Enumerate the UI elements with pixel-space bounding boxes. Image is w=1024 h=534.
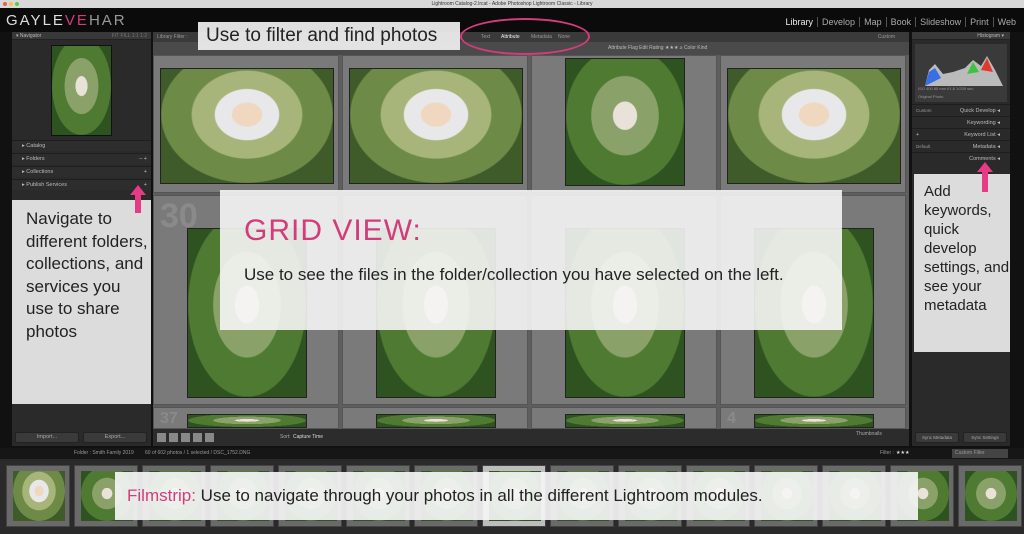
annotation-grid-body: Use to see the files in the folder/colle… [244,265,784,284]
logo: GAYLEVEHAR [6,12,127,29]
histogram-header[interactable]: Histogram ▾ [912,32,1010,40]
filmstrip-thumbnail[interactable] [958,465,1022,527]
annotation-grid-view: GRID VIEW: Use to see the files in the f… [220,190,842,330]
module-map[interactable]: Map [859,17,886,27]
original-photo-checkbox[interactable]: Original Photo [918,94,943,99]
filter-preset-select[interactable]: Custom [878,32,895,42]
minimize-window-button[interactable] [9,2,13,6]
filmstrip-thumbnail[interactable] [6,465,70,527]
grid-cell[interactable] [531,407,717,429]
grid-cell[interactable] [720,55,906,193]
grid-toolbar: Sort: Capture Time Thumbnails [153,429,909,446]
module-picker: Library Develop Map Book Slideshow Print… [782,17,1020,27]
photo-thumbnail[interactable] [160,68,334,184]
photo-thumbnail[interactable] [565,414,685,428]
view-mode-buttons[interactable] [157,433,215,442]
import-button[interactable]: Import... [15,432,79,443]
thumbnail-image [965,471,1017,521]
photo-thumbnail[interactable] [565,58,685,186]
filmstrip-bar: Folder : Smith Family 2019 60 of 602 pho… [0,448,1024,459]
module-print[interactable]: Print [965,17,993,27]
panel-folders[interactable]: ▸ Folders – + [12,153,151,164]
annotation-left-panel: Navigate to different folders, collectio… [12,200,151,404]
export-button[interactable]: Export... [83,432,147,443]
annotation-right-panel: Add keywords, quick develop settings, an… [914,174,1010,352]
window-title: Lightroom Catalog-2.lrcat - Adobe Photos… [431,1,593,7]
module-develop[interactable]: Develop [817,17,859,27]
annotation-filmstrip: Filmstrip: Use to navigate through your … [115,472,918,520]
navigator-header[interactable]: ▾ Navigator FIT FILL 1:1 1:2 [12,32,151,40]
grid-cell[interactable] [153,55,339,193]
sync-settings-button[interactable]: Sync Settings [963,432,1007,443]
photo-thumbnail[interactable] [754,414,874,428]
grid-cell[interactable]: 37 [153,407,339,429]
histogram-graph [925,56,1003,86]
close-window-button[interactable] [3,2,7,6]
zoom-window-button[interactable] [15,2,19,6]
highlight-ellipse [460,18,590,55]
cell-index: 4 [727,410,736,427]
photo-thumbnail[interactable] [727,68,901,184]
module-slideshow[interactable]: Slideshow [915,17,965,27]
panel-metadata[interactable]: Default Metadata ◂ [912,140,1010,152]
photo-thumbnail[interactable] [187,414,307,428]
annotation-filter: Use to filter and find photos [198,22,460,50]
panel-quick-develop[interactable]: Custom Quick Develop ◂ [912,104,1010,116]
cell-index: 37 [160,410,178,427]
arrow-up-icon [130,185,146,195]
filmstrip-filter-select[interactable]: Custom Filter [952,449,1008,458]
module-library[interactable]: Library [782,17,818,27]
rating-filter-stars[interactable]: ★★★ [896,448,909,459]
panel-comments[interactable]: Comments ◂ [912,152,1010,164]
thumbnail-size-slider[interactable]: Thumbnails [856,429,882,439]
panel-keyword-list[interactable]: + Keyword List ◂ [912,128,1010,140]
photo-thumbnail[interactable] [376,414,496,428]
panel-collections[interactable]: ▸ Collections + [12,166,151,177]
navigator-preview[interactable] [51,45,112,136]
grid-cell[interactable] [342,407,528,429]
folder-path[interactable]: Folder : Smith Family 2019 [74,448,134,459]
grid-cell[interactable]: 4 [720,407,906,429]
module-web[interactable]: Web [992,17,1020,27]
sync-metadata-button[interactable]: Sync Metadata [915,432,959,443]
module-book[interactable]: Book [885,17,916,27]
thumbnail-image [13,471,65,521]
panel-keywording[interactable]: Keywording ◂ [912,116,1010,128]
window-title-bar: Lightroom Catalog-2.lrcat - Adobe Photos… [0,0,1024,8]
sort-select[interactable]: Capture Time [293,429,323,446]
photo-thumbnail[interactable] [349,68,523,184]
arrow-stem [135,195,141,213]
grid-cell[interactable] [342,55,528,193]
arrow-up-icon [977,162,993,172]
panel-catalog[interactable]: ▸ Catalog [12,140,151,151]
photo-count: 60 of 602 photos / 1 selected / DSC_1752… [145,450,251,456]
grid-cell[interactable] [531,55,717,193]
arrow-stem [982,172,988,192]
histogram: ISO 400 85 mm f/1.8 1/200 sec Original P… [915,44,1007,102]
annotation-grid-title: GRID VIEW: [244,214,422,247]
